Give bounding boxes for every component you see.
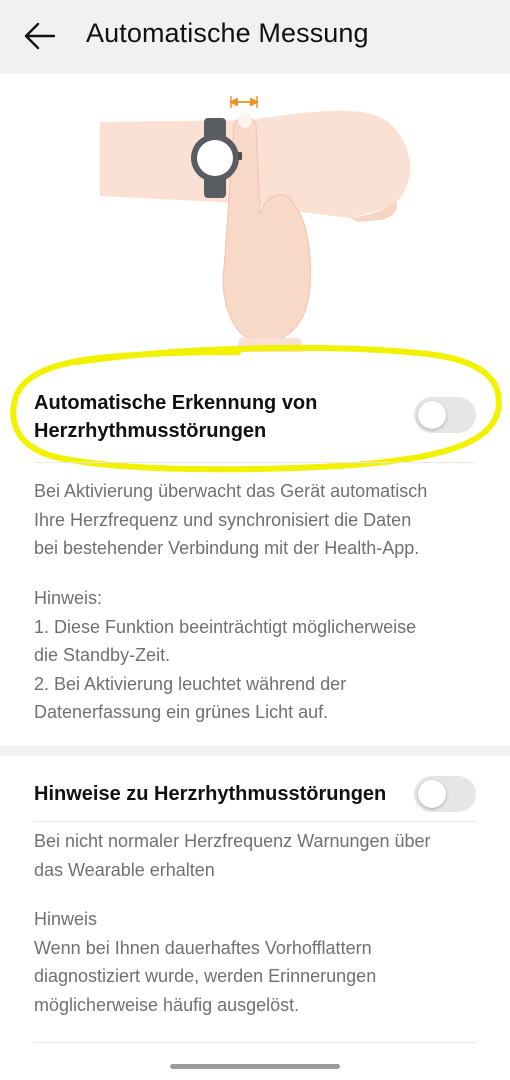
auto-detection-label: Automatische Erkennung von Herzrhythmuss… [34, 389, 317, 445]
auto-detection-toggle[interactable] [414, 397, 476, 433]
note-line: 2. Bei Aktivierung leuchtet während der [34, 673, 347, 694]
note-line: die Standby-Zeit. [34, 645, 171, 665]
description-line: das Wearable erhalten [34, 859, 215, 880]
divider [34, 1042, 476, 1043]
description-line: Bei Aktivierung überwacht das Gerät auto… [34, 481, 428, 501]
divider [34, 821, 476, 822]
home-indicator[interactable] [170, 1064, 340, 1069]
note-line: diagnostiziert wurde, werden Erinnerunge… [34, 966, 377, 986]
arrow-left-icon [24, 22, 56, 50]
note-line: 1. Diese Funktion beeinträchtigt möglich… [34, 616, 417, 637]
app-header: Automatische Messung [0, 0, 510, 74]
arrhythmia-alerts-description: Bei nicht normaler Herzfrequenz Warnunge… [34, 827, 486, 884]
auto-detection-description: Bei Aktivierung überwacht das Gerät auto… [34, 477, 486, 563]
section-separator [0, 746, 510, 756]
description-line: bei bestehender Verbindung mit der Healt… [34, 538, 420, 558]
arrhythmia-alerts-toggle[interactable] [414, 776, 476, 812]
back-button[interactable] [16, 14, 64, 58]
auto-detection-label-line: Automatische Erkennung von [34, 392, 318, 414]
note-line: Wenn bei Ihnen dauerhaftes Vorhofflatter… [34, 937, 372, 958]
divider [34, 462, 476, 463]
arrhythmia-alerts-label: Hinweise zu Herzrhythmusstörungen [34, 783, 387, 805]
auto-detection-label-line: Herzrhythmusstörungen [34, 420, 267, 442]
note-line: möglicherweise häufig ausgelöst. [34, 994, 300, 1015]
arrhythmia-alerts-note: Hinweis Wenn bei Ihnen dauerhaftes Vorho… [34, 905, 486, 1019]
toggle-knob [418, 780, 446, 808]
wrist-measurement-illustration [100, 96, 411, 352]
toggle-knob [418, 401, 446, 429]
note-line: Hinweis: [34, 588, 103, 608]
auto-detection-note: Hinweis: 1. Diese Funktion beeinträchtig… [34, 584, 486, 727]
description-line: Bei nicht normaler Herzfrequenz Warnunge… [34, 831, 431, 851]
note-line: Hinweis [34, 909, 98, 929]
page-title: Automatische Messung [86, 18, 369, 48]
description-line: Ihre Herzfrequenz und synchronisiert die… [34, 509, 412, 530]
note-line: Datenerfassung ein grünes Licht auf. [34, 702, 329, 722]
